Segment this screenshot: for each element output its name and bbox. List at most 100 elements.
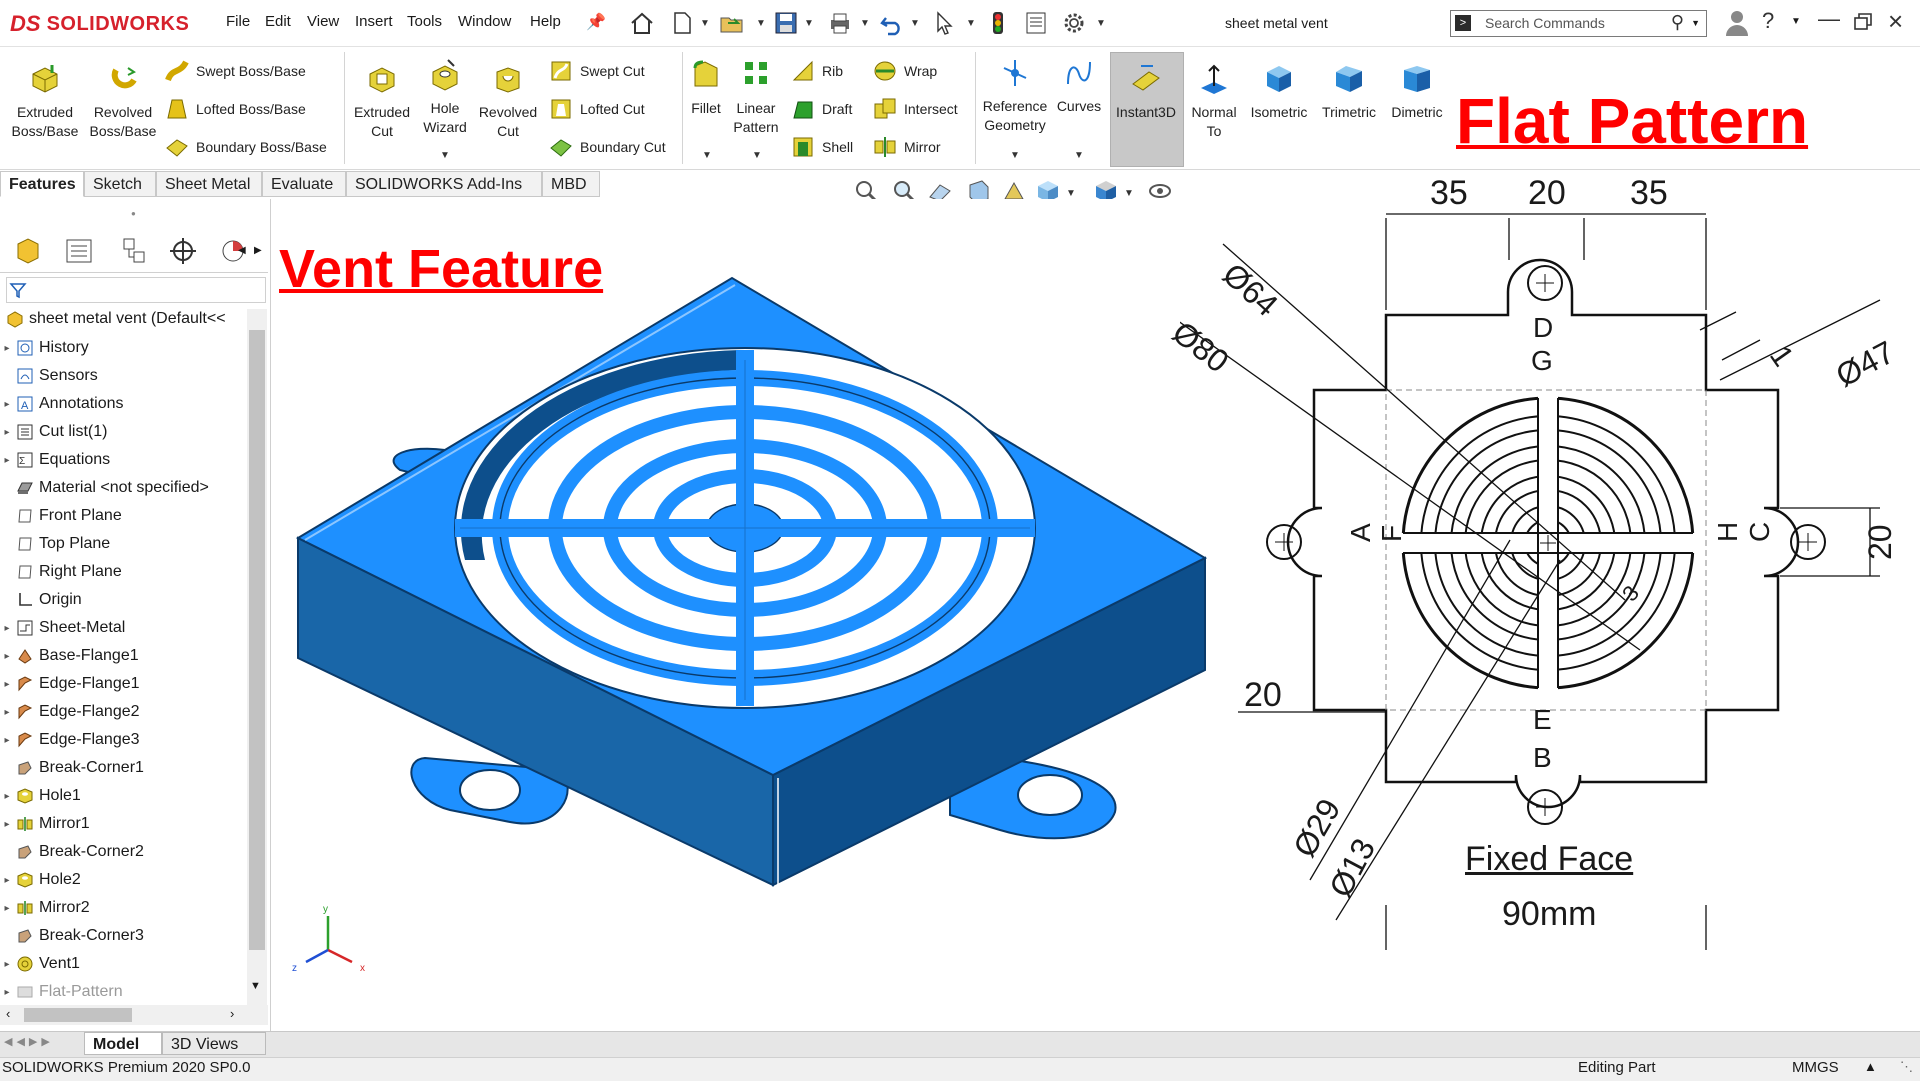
- extruded-boss-button[interactable]: Extruded Boss/Base: [6, 62, 84, 141]
- panel-grip-icon[interactable]: ●: [131, 209, 136, 218]
- hole-wizard-button[interactable]: Hole Wizard: [414, 58, 476, 137]
- linear-pattern-button[interactable]: Linear Pattern: [728, 58, 784, 137]
- menu-help[interactable]: Help: [530, 13, 561, 30]
- search-commands-box[interactable]: > Search Commands ⚲ ▼: [1450, 10, 1707, 37]
- fillet-dropdown-icon[interactable]: ▼: [702, 150, 712, 161]
- rib-button[interactable]: Rib: [790, 58, 843, 84]
- options-gear-icon[interactable]: [1060, 10, 1088, 36]
- new-document-icon[interactable]: [668, 10, 696, 36]
- rebuild-traffic-light-icon[interactable]: [984, 10, 1012, 36]
- solidworks-logo[interactable]: DS SOLIDWORKS: [10, 8, 195, 40]
- tree-filter-box[interactable]: [6, 277, 266, 303]
- home-icon[interactable]: [628, 10, 656, 36]
- help-dropdown-icon[interactable]: ▼: [1791, 16, 1801, 27]
- file-properties-icon[interactable]: [1022, 10, 1050, 36]
- instant3d-button-content[interactable]: Instant3D: [1110, 62, 1182, 122]
- tab-features[interactable]: Features: [0, 171, 84, 197]
- tree-scroll-right-icon[interactable]: ›: [230, 1006, 234, 1021]
- undo-dropdown-icon[interactable]: ▼: [910, 18, 920, 29]
- open-folder-icon[interactable]: [718, 10, 746, 36]
- close-window-icon[interactable]: ×: [1888, 6, 1903, 37]
- menu-tools[interactable]: Tools: [407, 13, 442, 30]
- property-manager-tab-icon[interactable]: [60, 234, 98, 268]
- select-cursor-icon[interactable]: [930, 10, 958, 36]
- tree-item-break-corner3[interactable]: Break-Corner3: [0, 923, 144, 949]
- tree-hscroll-thumb[interactable]: [24, 1008, 132, 1022]
- curves-dropdown-icon[interactable]: ▼: [1074, 150, 1084, 161]
- dimetric-view-button[interactable]: Dimetric: [1384, 62, 1450, 122]
- search-icon[interactable]: ⚲: [1671, 12, 1684, 33]
- tree-item-equations[interactable]: ▸ Σ Equations: [0, 447, 110, 473]
- dim-20-top[interactable]: 20: [1528, 174, 1566, 213]
- flat-pattern-drawing[interactable]: [1180, 170, 1920, 950]
- tree-item-break-corner2[interactable]: Break-Corner2: [0, 839, 144, 865]
- linear-pattern-dropdown-icon[interactable]: ▼: [752, 150, 762, 161]
- tree-item-material[interactable]: Material <not specified>: [0, 475, 209, 501]
- tree-item-hole1[interactable]: ▸ Hole1: [0, 783, 80, 809]
- select-dropdown-icon[interactable]: ▼: [966, 18, 976, 29]
- tree-item-edge-flange3[interactable]: ▸ Edge-Flange3: [0, 727, 139, 753]
- tree-item-base-flange1[interactable]: ▸ Base-Flange1: [0, 643, 138, 669]
- tab-scroll-right-icon[interactable]: ▶: [254, 245, 262, 256]
- units-dropdown-icon[interactable]: ▲: [1864, 1059, 1877, 1074]
- options-dropdown-icon[interactable]: ▼: [1096, 18, 1106, 29]
- extruded-cut-button[interactable]: Extruded Cut: [350, 62, 414, 141]
- tab-3d-views[interactable]: 3D Views: [162, 1032, 266, 1055]
- view-orientation-dropdown-icon[interactable]: ▼: [1066, 188, 1076, 199]
- reference-geometry-dropdown-icon[interactable]: ▼: [1010, 150, 1020, 161]
- expand-arrow-icon[interactable]: ▸: [0, 903, 14, 914]
- help-icon[interactable]: ?: [1762, 8, 1774, 34]
- vent-3d-model[interactable]: [290, 270, 1220, 920]
- tab-evaluate[interactable]: Evaluate: [262, 171, 346, 197]
- menu-view[interactable]: View: [307, 13, 339, 30]
- display-manager-tab-icon[interactable]: [214, 234, 252, 268]
- status-units[interactable]: MMGS: [1792, 1059, 1839, 1076]
- expand-arrow-icon[interactable]: ▸: [0, 819, 14, 830]
- tree-scroll-left-icon[interactable]: ‹: [6, 1006, 10, 1021]
- dim-20-right[interactable]: 20: [1862, 524, 1899, 560]
- display-style-dropdown-icon[interactable]: ▼: [1124, 188, 1134, 199]
- undo-icon[interactable]: [878, 10, 906, 36]
- print-icon[interactable]: [826, 10, 854, 36]
- dim-20-left[interactable]: 20: [1244, 676, 1282, 715]
- swept-boss-button[interactable]: Swept Boss/Base: [164, 58, 306, 84]
- tree-root-part[interactable]: sheet metal vent (Default<<: [4, 306, 226, 332]
- tree-item-mirror2[interactable]: ▸ Mirror2: [0, 895, 89, 921]
- expand-arrow-icon[interactable]: ▸: [0, 399, 14, 410]
- tree-item-hole2[interactable]: ▸ Hole2: [0, 867, 80, 893]
- feature-manager-tree-tab-icon[interactable]: [10, 234, 48, 268]
- dim-overall-90mm[interactable]: 90mm: [1502, 895, 1596, 934]
- lofted-boss-button[interactable]: Lofted Boss/Base: [164, 96, 306, 122]
- tab-scroll-arrows-icon[interactable]: ◀◀▶▶: [4, 1035, 54, 1048]
- tab-sketch[interactable]: Sketch: [84, 171, 156, 197]
- save-dropdown-icon[interactable]: ▼: [804, 18, 814, 29]
- user-account-icon[interactable]: [1724, 8, 1750, 38]
- boundary-cut-button[interactable]: Boundary Cut: [548, 134, 666, 160]
- minimize-icon[interactable]: —: [1818, 6, 1840, 32]
- curves-button[interactable]: Curves: [1054, 56, 1104, 116]
- expand-arrow-icon[interactable]: ▸: [0, 875, 14, 886]
- expand-arrow-icon[interactable]: ▸: [0, 651, 14, 662]
- hole-wizard-dropdown-icon[interactable]: ▼: [440, 150, 450, 161]
- tree-item-top-plane[interactable]: Top Plane: [0, 531, 110, 557]
- intersect-button[interactable]: Intersect: [872, 96, 958, 122]
- menu-window[interactable]: Window: [458, 13, 511, 30]
- menu-edit[interactable]: Edit: [265, 13, 291, 30]
- swept-cut-button[interactable]: Swept Cut: [548, 58, 645, 84]
- print-dropdown-icon[interactable]: ▼: [860, 18, 870, 29]
- wrap-button[interactable]: Wrap: [872, 58, 937, 84]
- isometric-view-button[interactable]: Isometric: [1244, 62, 1314, 122]
- pin-icon[interactable]: 📌: [586, 12, 606, 32]
- tree-item-vent1[interactable]: ▸ Vent1: [0, 951, 79, 977]
- expand-arrow-icon[interactable]: ▸: [0, 959, 14, 970]
- tree-item-sheet-metal[interactable]: ▸ Sheet-Metal: [0, 615, 125, 641]
- open-dropdown-icon[interactable]: ▼: [756, 18, 766, 29]
- tab-sheet-metal[interactable]: Sheet Metal: [156, 171, 262, 197]
- tree-item-sensors[interactable]: Sensors: [0, 363, 98, 389]
- lofted-cut-button[interactable]: Lofted Cut: [548, 96, 645, 122]
- tab-solidworks-add-ins[interactable]: SOLIDWORKS Add-Ins: [346, 171, 542, 197]
- draft-button[interactable]: Draft: [790, 96, 852, 122]
- shell-button[interactable]: Shell: [790, 134, 853, 160]
- expand-arrow-icon[interactable]: ▸: [0, 707, 14, 718]
- tree-item-mirror1[interactable]: ▸ Mirror1: [0, 811, 89, 837]
